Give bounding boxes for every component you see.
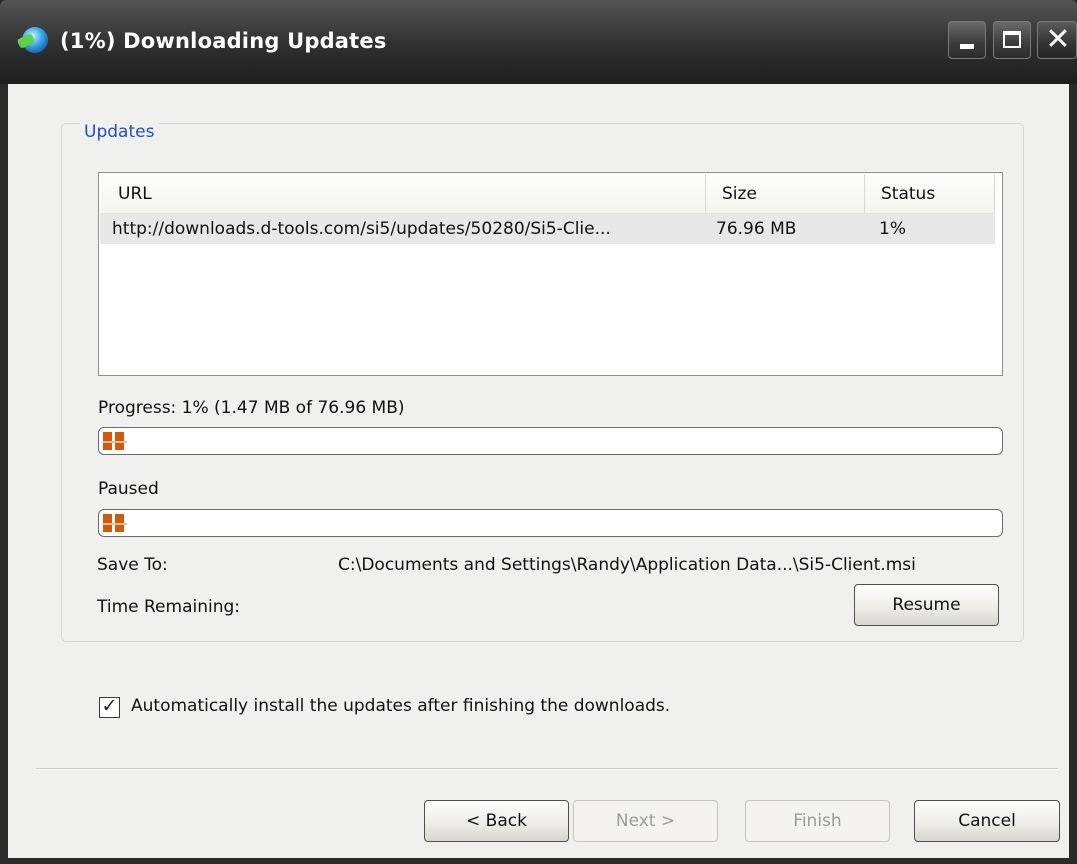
state-label: Paused (98, 479, 159, 499)
list-item[interactable]: http://downloads.d-tools.com/si5/updates… (100, 214, 995, 244)
save-to-path: C:\Documents and Settings\Randy\Applicat… (338, 555, 916, 575)
footer-separator (36, 768, 1058, 770)
progress-label: Progress: 1% (1.47 MB of 76.96 MB) (98, 398, 405, 418)
time-remaining-label: Time Remaining: (97, 597, 241, 617)
minimize-button[interactable] (948, 21, 986, 59)
back-button[interactable]: < Back (424, 800, 569, 842)
save-to-label: Save To: (97, 555, 168, 575)
app-globe-icon (22, 27, 48, 53)
updates-group-label: Updates (80, 122, 159, 142)
column-header-url[interactable]: URL (100, 174, 705, 213)
title-bar[interactable]: (1%) Downloading Updates ✕ (0, 0, 1077, 84)
finish-button[interactable]: Finish (745, 800, 890, 842)
updates-list[interactable]: URL Size Status http://downloads.d-tools… (98, 172, 1003, 376)
auto-install-checkbox[interactable]: ✓ (99, 695, 120, 718)
column-header-status[interactable]: Status (864, 174, 995, 213)
auto-install-label[interactable]: Automatically install the updates after … (131, 696, 670, 716)
maximize-button[interactable] (993, 21, 1031, 59)
next-button[interactable]: Next > (573, 800, 718, 842)
file-progress-bar (98, 509, 1003, 537)
minimize-icon (960, 44, 974, 49)
list-header: URL Size Status (100, 174, 995, 214)
download-progress-fill (103, 432, 127, 450)
column-header-size[interactable]: Size (705, 174, 864, 213)
close-button[interactable]: ✕ (1037, 21, 1077, 59)
checkmark-icon: ✓ (101, 695, 118, 717)
list-item-status: 1% (879, 219, 906, 239)
list-item-url: http://downloads.d-tools.com/si5/updates… (112, 219, 611, 239)
window-title: (1%) Downloading Updates (60, 29, 387, 53)
maximize-icon (1003, 31, 1021, 48)
list-item-size: 76.96 MB (716, 219, 797, 239)
file-progress-fill (103, 514, 127, 532)
download-progress-bar (98, 427, 1003, 455)
resume-button[interactable]: Resume (854, 584, 999, 626)
cancel-button[interactable]: Cancel (914, 800, 1060, 842)
close-icon: ✕ (1045, 22, 1071, 57)
